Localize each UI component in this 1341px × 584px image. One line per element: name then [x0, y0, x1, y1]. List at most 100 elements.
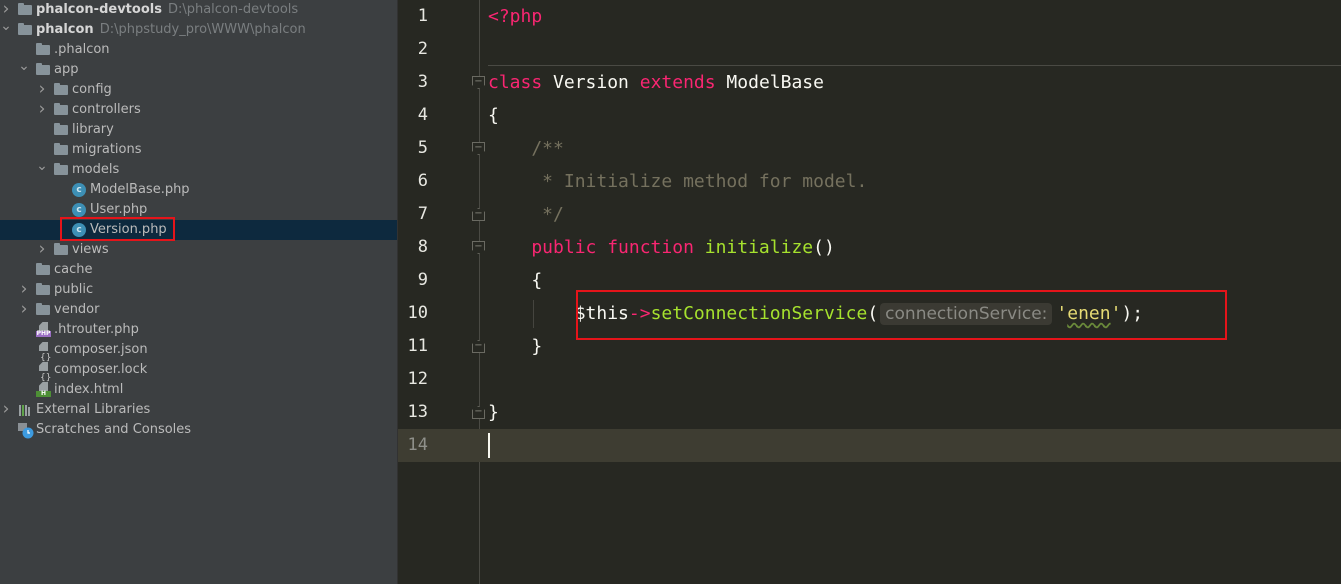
tree-item-controllers[interactable]: › controllers: [0, 99, 397, 120]
code-line[interactable]: 3 − class Version extends ModelBase: [398, 66, 1341, 99]
item-name: User.php: [90, 202, 148, 217]
code-token: (: [867, 303, 879, 324]
tree-item-config[interactable]: › config: [0, 79, 397, 100]
tree-item-models[interactable]: ⌄ models: [0, 158, 397, 180]
code-token: (): [813, 237, 835, 258]
code-line[interactable]: 8 − public function initialize(): [398, 231, 1341, 264]
code-token: * Initialize method for model.: [488, 171, 868, 192]
tree-item-label: ModelBase.php: [90, 180, 190, 200]
line-number: 14: [407, 435, 428, 455]
folder-icon: [54, 83, 68, 95]
chevron-right-icon[interactable]: ›: [0, 399, 12, 419]
line-number: 4: [417, 105, 428, 125]
code-line[interactable]: 5 − /**: [398, 132, 1341, 165]
tree-item-label: composer.json: [54, 340, 148, 360]
tree-item-cache[interactable]: cache: [0, 260, 397, 280]
chevron-down-icon[interactable]: ⌄: [0, 16, 12, 36]
chevron-right-icon[interactable]: ›: [36, 239, 48, 259]
code-line[interactable]: 6 * Initialize method for model.: [398, 165, 1341, 198]
tree-item-library[interactable]: library: [0, 120, 397, 140]
tree-item-migrations[interactable]: migrations: [0, 140, 397, 160]
code-token: <?php: [488, 6, 543, 27]
item-path: D:\phpstudy_pro\WWW\phalcon: [99, 22, 306, 37]
folder-icon: [54, 123, 68, 135]
fold-end-icon[interactable]: −: [472, 208, 485, 221]
line-number: 11: [407, 336, 428, 356]
code-line[interactable]: 11 − }: [398, 330, 1341, 363]
code-token: public function: [488, 237, 705, 258]
tree-item-label: app: [54, 60, 78, 80]
tree-item-version-php[interactable]: c Version.php: [0, 220, 397, 240]
tree-item-app[interactable]: ⌄ app: [0, 58, 397, 80]
code-text: <?php: [488, 0, 542, 33]
external-libraries-icon: [18, 403, 32, 417]
tree-item-composer-json[interactable]: {} composer.json: [0, 340, 397, 363]
code-line[interactable]: 13 −}: [398, 396, 1341, 429]
code-line[interactable]: 2: [398, 33, 1341, 66]
line-number: 8: [417, 237, 428, 257]
code-text: */: [488, 198, 564, 231]
code-line[interactable]: 14: [398, 429, 1341, 462]
tree-item-label: phalcon-devtools D:\phalcon-devtools: [36, 0, 298, 20]
line-number: 10: [407, 303, 428, 323]
tree-item-phalcon[interactable]: .phalcon: [0, 40, 397, 60]
line-number: 9: [417, 270, 428, 290]
code-token: setConnectionService: [650, 303, 868, 324]
code-line[interactable]: 1 <?php: [398, 0, 1341, 33]
folder-icon: [54, 103, 68, 115]
tree-item-phalcon-devtools[interactable]: › phalcon-devtools D:\phalcon-devtools: [0, 0, 397, 20]
code-line[interactable]: 4{: [398, 99, 1341, 132]
html-file-icon: H: [36, 382, 51, 398]
item-name: index.html: [54, 382, 124, 397]
chevron-right-icon[interactable]: ›: [36, 99, 48, 119]
item-name: composer.json: [54, 342, 148, 357]
chevron-right-icon[interactable]: ›: [36, 79, 48, 99]
code-line[interactable]: 12: [398, 363, 1341, 396]
fold-end-icon[interactable]: −: [472, 406, 485, 419]
code-line[interactable]: 10 $this->setConnectionService(connectio…: [398, 297, 1341, 330]
chevron-down-icon[interactable]: ⌄: [36, 156, 48, 176]
line-number: 12: [407, 369, 428, 389]
code-text: {: [488, 264, 542, 297]
item-name: .phalcon: [54, 42, 110, 57]
tree-item-index-html[interactable]: Hindex.html: [0, 380, 397, 400]
item-name: ModelBase.php: [90, 182, 190, 197]
code-line[interactable]: 7 − */: [398, 198, 1341, 231]
tree-item-htrouter-php[interactable]: PHP .htrouter.php: [0, 320, 397, 340]
code-token: /**: [488, 138, 564, 159]
tree-item-modelbase-php[interactable]: c ModelBase.php: [0, 180, 397, 200]
folder-icon: [54, 163, 68, 175]
tree-item-user-php[interactable]: c User.php: [0, 200, 397, 220]
chevron-down-icon[interactable]: ⌄: [18, 56, 30, 76]
tree-item-external-libraries[interactable]: › External Libraries: [0, 399, 397, 420]
tree-item-label: .htrouter.php: [54, 320, 139, 340]
tree-item-phalcon[interactable]: ⌄ phalcon D:\phpstudy_pro\WWW\phalcon: [0, 18, 397, 40]
item-name: public: [54, 282, 94, 297]
tree-item-label: library: [72, 120, 114, 140]
tree-item-label: controllers: [72, 100, 141, 120]
fold-end-icon[interactable]: −: [472, 340, 485, 353]
php-class-icon: c: [72, 223, 86, 237]
line-number: 7: [417, 204, 428, 224]
fold-collapse-icon[interactable]: −: [472, 76, 485, 89]
code-token: initialize: [704, 237, 814, 258]
fold-collapse-icon[interactable]: −: [472, 142, 485, 155]
chevron-right-icon[interactable]: ›: [18, 299, 30, 319]
fold-collapse-icon[interactable]: −: [472, 241, 485, 254]
tree-item-scratches-and-consoles[interactable]: Scratches and Consoles: [0, 420, 397, 440]
item-name: migrations: [72, 142, 142, 157]
item-name: phalcon-devtools: [36, 2, 162, 17]
project-tree-panel: › phalcon-devtools D:\phalcon-devtools ⌄ pha…: [0, 0, 398, 584]
tree-item-public[interactable]: › public: [0, 279, 397, 300]
code-line[interactable]: 9 {: [398, 264, 1341, 297]
tree-item-composer-lock[interactable]: {} composer.lock: [0, 360, 397, 383]
tree-item-views[interactable]: › views: [0, 239, 397, 260]
code-editor[interactable]: 1 <?php 2 3− class Version extends ModelBase…: [398, 0, 1341, 584]
tree-item-label: Version.php: [90, 220, 167, 240]
folder-icon: [36, 263, 50, 275]
item-name: phalcon: [36, 22, 94, 37]
line-number: 2: [417, 39, 428, 59]
code-text: class Version extends ModelBase: [488, 66, 824, 99]
chevron-right-icon[interactable]: ›: [18, 279, 30, 299]
tree-item-vendor[interactable]: › vendor: [0, 299, 397, 320]
